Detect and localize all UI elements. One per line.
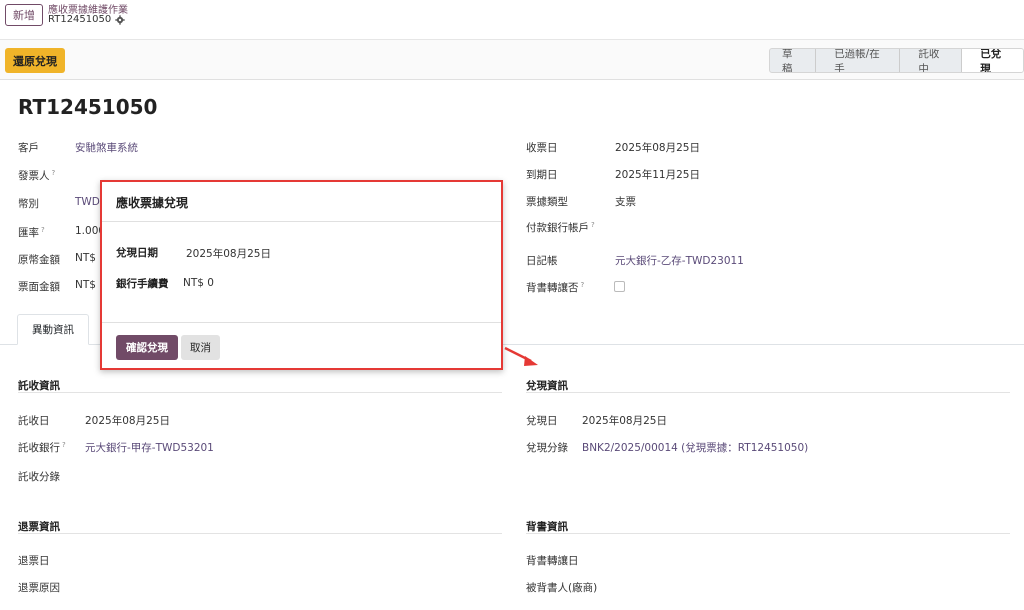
- field-label-endorsee: 被背書人(廠商): [526, 582, 598, 594]
- cash-date-label: 兌現日期: [116, 247, 158, 259]
- field-value-receive-date[interactable]: 2025年08月25日: [615, 140, 700, 155]
- help-icon[interactable]: ?: [62, 441, 66, 449]
- field-value-currency[interactable]: TWD: [75, 196, 100, 208]
- field-label-customer: 客戶: [18, 142, 39, 154]
- field-value-customer[interactable]: 安馳煞車系統: [75, 140, 138, 155]
- bank-fee-label: 銀行手續費: [116, 278, 169, 290]
- top-bar: 新增 應收票據維護作業 RT12451050: [0, 0, 1024, 40]
- field-value-cash-entry[interactable]: BNK2/2025/00014 (兌現票據：RT12451050): [582, 440, 808, 455]
- section-title-endorse: 背書資訊: [526, 521, 568, 533]
- field-label-due-date: 到期日: [526, 169, 558, 181]
- dialog-title: 應收票據兌現: [116, 196, 189, 210]
- section-title-cashing: 兌現資訊: [526, 380, 568, 392]
- field-label-receive-date: 收票日: [526, 142, 558, 154]
- new-button[interactable]: 新增: [5, 4, 43, 26]
- section-divider: [18, 533, 502, 534]
- restore-cash-button[interactable]: 還原兌現: [5, 48, 65, 73]
- help-icon[interactable]: ?: [581, 281, 585, 289]
- record-title: RT12451050: [18, 95, 158, 119]
- field-value-collect-date[interactable]: 2025年08月25日: [85, 413, 170, 428]
- section-title-collection: 託收資訊: [18, 380, 60, 392]
- field-value-face-amount[interactable]: NT$: [75, 279, 96, 291]
- field-label-collect-bank: 託收銀行?: [18, 440, 66, 455]
- field-value-cash-date[interactable]: 2025年08月25日: [582, 413, 667, 428]
- breadcrumb-current: RT12451050: [48, 14, 125, 25]
- gear-icon[interactable]: [115, 14, 125, 25]
- field-value-due-date[interactable]: 2025年11月25日: [615, 167, 700, 182]
- field-value-note-type[interactable]: 支票: [615, 194, 636, 209]
- field-label-face-amount: 票面金額: [18, 281, 60, 293]
- bank-fee-field[interactable]: NT$ 0: [183, 277, 214, 289]
- help-icon[interactable]: ?: [591, 221, 595, 229]
- field-label-collect-date: 託收日: [18, 415, 50, 427]
- field-label-collect-entry: 託收分錄: [18, 471, 60, 483]
- field-label-endorse-date: 背書轉讓日: [526, 555, 579, 567]
- endorsed-checkbox[interactable]: [614, 281, 625, 292]
- field-label-note-type: 票據類型: [526, 196, 568, 208]
- field-label-drawer: 發票人?: [18, 168, 56, 183]
- field-label-endorsed: 背書轉讓否?: [526, 280, 585, 295]
- status-bar: 草稿 已過帳/在手 託收中 已兌現: [769, 48, 1024, 73]
- field-label-currency: 幣別: [18, 198, 39, 210]
- dialog-divider: [102, 322, 501, 323]
- field-label-return-reason: 退票原因: [18, 582, 60, 594]
- field-value-orig-amount[interactable]: NT$: [75, 252, 96, 264]
- help-icon[interactable]: ?: [52, 169, 56, 177]
- field-label-journal: 日記帳: [526, 255, 558, 267]
- dialog-divider: [102, 221, 501, 222]
- help-icon[interactable]: ?: [41, 226, 45, 234]
- stage-draft[interactable]: 草稿: [770, 49, 817, 72]
- cash-dialog: 應收票據兌現 兌現日期 2025年08月25日 銀行手續費 NT$ 0 確認兌現…: [100, 180, 503, 370]
- cash-date-field[interactable]: 2025年08月25日: [186, 246, 271, 261]
- section-title-return: 退票資訊: [18, 521, 60, 533]
- stage-posted[interactable]: 已過帳/在手: [816, 49, 901, 72]
- record-ref: RT12451050: [48, 14, 112, 25]
- cancel-button[interactable]: 取消: [181, 335, 220, 360]
- field-label-cash-entry: 兌現分錄: [526, 442, 568, 454]
- stage-collecting[interactable]: 託收中: [900, 49, 963, 72]
- field-label-rate: 匯率?: [18, 225, 45, 240]
- field-label-return-date: 退票日: [18, 555, 50, 567]
- field-value-journal[interactable]: 元大銀行-乙存-TWD23011: [615, 253, 744, 268]
- tab-change-info[interactable]: 異動資訊: [17, 314, 89, 345]
- section-divider: [526, 533, 1010, 534]
- stage-cashed[interactable]: 已兌現: [962, 49, 1023, 72]
- confirm-cash-button[interactable]: 確認兌現: [116, 335, 178, 360]
- section-divider: [526, 392, 1010, 393]
- annotation-arrow-icon: [504, 346, 538, 366]
- field-label-cash-date: 兌現日: [526, 415, 558, 427]
- field-value-collect-bank[interactable]: 元大銀行-甲存-TWD53201: [85, 440, 214, 455]
- field-label-pay-bank: 付款銀行帳戶?: [526, 220, 595, 235]
- section-divider: [18, 392, 502, 393]
- field-label-orig-amount: 原幣金額: [18, 254, 60, 266]
